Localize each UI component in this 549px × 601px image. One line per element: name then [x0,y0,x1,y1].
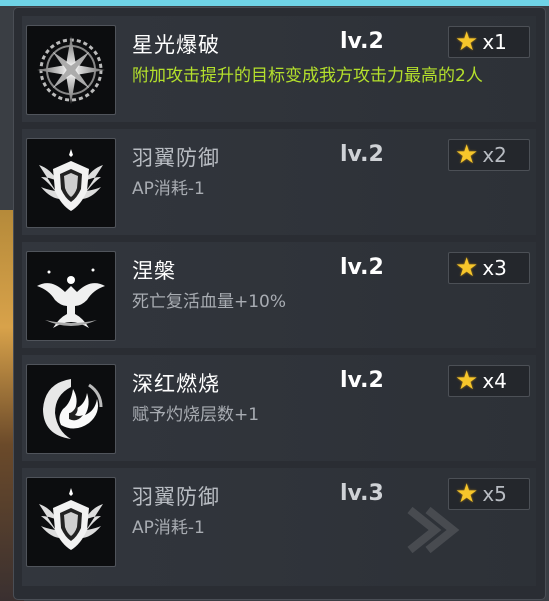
skill-name: 星光爆破 [132,33,220,57]
skill-row[interactable]: 羽翼防御 lv.2 ★ x2 AP消耗-1 [22,129,536,235]
skill-level: lv.3 [340,481,384,506]
flame-swirl-icon [26,364,116,454]
starburst-icon [26,25,116,115]
skill-row[interactable]: 星光爆破 lv.2 ★ x1 附加攻击提升的目标变成我方攻击力最高的2人 [22,16,536,122]
star-multiplier: x1 [482,30,507,54]
skill-description: AP消耗-1 [132,179,205,199]
skill-level: lv.2 [340,142,384,167]
skill-description: 赋予灼烧层数+1 [132,405,260,425]
skill-description: AP消耗-1 [132,518,205,538]
winged-shield-icon [26,138,116,228]
skill-name: 羽翼防御 [132,485,220,509]
skill-name: 羽翼防御 [132,146,220,170]
star-count-badge: ★ x4 [448,365,530,397]
star-count-badge: ★ x1 [448,26,530,58]
winged-shield-icon [26,477,116,567]
skill-description: 死亡复活血量+10% [132,292,287,312]
skill-level: lv.2 [340,368,384,393]
star-multiplier: x5 [482,482,507,506]
star-count-badge: ★ x2 [448,139,530,171]
background-chevron-decoration [407,506,460,554]
skill-name: 涅槃 [132,259,176,283]
skill-description: 附加攻击提升的目标变成我方攻击力最高的2人 [132,66,483,86]
star-count-badge: ★ x3 [448,252,530,284]
skill-name: 深红燃烧 [132,372,220,396]
star-multiplier: x3 [482,256,507,280]
star-multiplier: x2 [482,143,507,167]
phoenix-icon [26,251,116,341]
star-icon: ★ [455,140,479,170]
top-accent-strip [0,0,549,6]
star-multiplier: x4 [482,369,507,393]
skill-row[interactable]: 深红燃烧 lv.2 ★ x4 赋予灼烧层数+1 [22,355,536,461]
skill-level: lv.2 [340,255,384,280]
star-icon: ★ [455,253,479,283]
star-icon: ★ [455,27,479,57]
star-count-badge: ★ x5 [448,478,530,510]
skill-row[interactable]: 涅槃 lv.2 ★ x3 死亡复活血量+10% [22,242,536,348]
star-icon: ★ [455,366,479,396]
skill-level: lv.2 [340,29,384,54]
star-icon: ★ [455,479,479,509]
skill-list-panel: 星光爆破 lv.2 ★ x1 附加攻击提升的目标变成我方攻击力最高的2人 羽翼防… [14,8,545,599]
